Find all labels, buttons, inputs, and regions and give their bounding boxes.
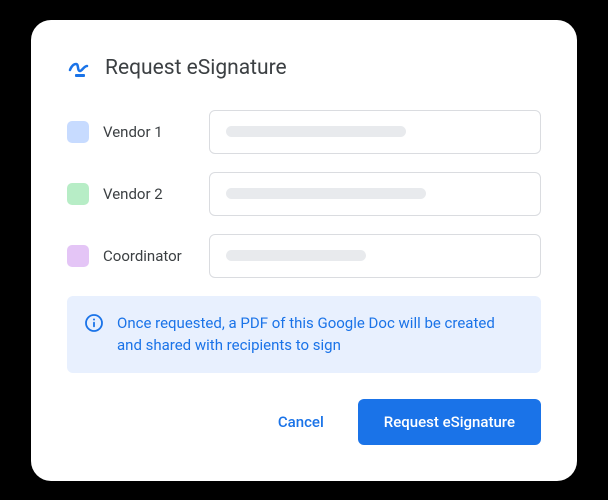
dialog-title: Request eSignature <box>105 56 287 80</box>
cancel-button[interactable]: Cancel <box>270 403 332 441</box>
color-swatch-blue <box>67 121 89 143</box>
signer-input-vendor-1[interactable] <box>209 110 541 154</box>
signer-label: Coordinator <box>103 247 195 265</box>
request-esignature-button[interactable]: Request eSignature <box>358 399 541 445</box>
dialog-header: Request eSignature <box>67 56 541 80</box>
info-icon <box>85 314 103 332</box>
signer-row-vendor-2: Vendor 2 <box>67 172 541 216</box>
signature-icon <box>67 56 91 80</box>
placeholder-bar <box>226 250 366 261</box>
signer-input-vendor-2[interactable] <box>209 172 541 216</box>
placeholder-bar <box>226 126 406 137</box>
signer-label: Vendor 2 <box>103 185 195 203</box>
signer-row-coordinator: Coordinator <box>67 234 541 278</box>
info-text: Once requested, a PDF of this Google Doc… <box>117 312 523 357</box>
color-swatch-green <box>67 183 89 205</box>
info-banner: Once requested, a PDF of this Google Doc… <box>67 296 541 373</box>
placeholder-bar <box>226 188 426 199</box>
signer-input-coordinator[interactable] <box>209 234 541 278</box>
esignature-dialog: Request eSignature Vendor 1 Vendor 2 Coo… <box>31 20 577 481</box>
color-swatch-purple <box>67 245 89 267</box>
dialog-actions: Cancel Request eSignature <box>67 399 541 445</box>
signer-label: Vendor 1 <box>103 123 195 141</box>
signer-row-vendor-1: Vendor 1 <box>67 110 541 154</box>
